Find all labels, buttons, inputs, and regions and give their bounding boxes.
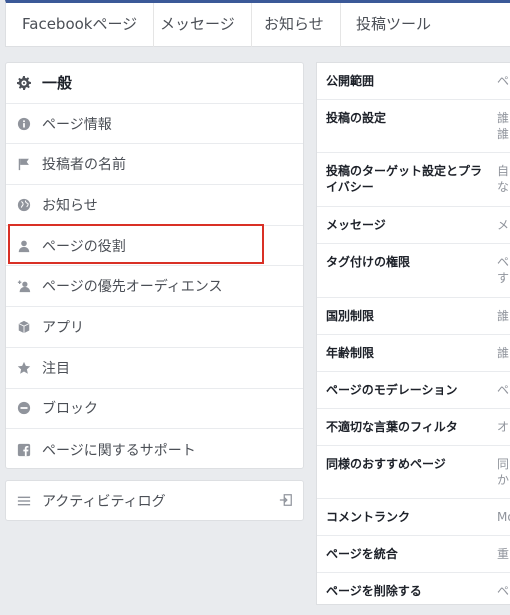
- settings-list: 公開範囲 ペ 投稿の設定 誰 誰 投稿のターゲット設定とプライバシー 自 な メ…: [316, 62, 510, 605]
- flag-icon: [16, 156, 32, 172]
- setting-value: 誰 誰: [497, 111, 510, 141]
- sidebar-item-label: ページの優先オーディエンス: [42, 279, 223, 296]
- enter-icon: [279, 493, 293, 507]
- tab-publishing-tools[interactable]: 投稿ツール: [340, 3, 447, 47]
- sidebar-item-label: ページの役割: [42, 238, 126, 255]
- sidebar-item-label: アプリ: [42, 319, 84, 336]
- settings-row[interactable]: 国別制限 誰: [317, 298, 510, 335]
- sidebar-item-page-info[interactable]: ページ情報: [6, 104, 303, 145]
- sidebar-item-author-name[interactable]: 投稿者の名前: [6, 144, 303, 186]
- sidebar-item-preferred-audience[interactable]: ページの優先オーディエンス: [6, 266, 303, 308]
- setting-label: 国別制限: [326, 309, 375, 323]
- setting-label: 年齢制限: [326, 346, 375, 360]
- top-nav: Facebookページ メッセージ お知らせ 投稿ツール: [5, 0, 510, 47]
- activity-log-card: アクティビティログ: [5, 480, 304, 521]
- setting-value: メ: [497, 218, 510, 232]
- settings-row[interactable]: コメントランク Mo: [317, 499, 510, 536]
- setting-label: 公開範囲: [326, 74, 375, 88]
- settings-row[interactable]: 同様のおすすめページ 同 か: [317, 446, 510, 499]
- sidebar-item-label: 一般: [42, 74, 73, 93]
- settings-row[interactable]: ページを削除する ペ: [317, 573, 510, 604]
- tab-messages[interactable]: メッセージ: [144, 3, 252, 47]
- setting-label: ページを削除する: [326, 584, 422, 598]
- setting-value: 重: [497, 547, 510, 561]
- sidebar-item-apps[interactable]: アプリ: [6, 307, 303, 348]
- star-icon: [16, 360, 32, 376]
- settings-row[interactable]: 不適切な言葉のフィルタ オ: [317, 409, 510, 446]
- sidebar-item-label: 注目: [42, 360, 70, 377]
- settings-row[interactable]: メッセージ メ: [317, 207, 510, 244]
- person-icon: [16, 238, 32, 254]
- sidebar-item-label: 投稿者の名前: [42, 157, 126, 174]
- setting-value: ペ: [497, 383, 510, 397]
- settings-row[interactable]: 投稿の設定 誰 誰: [317, 100, 510, 153]
- cube-icon: [16, 319, 32, 335]
- setting-value: 自 な: [497, 164, 510, 194]
- sidebar-item-label: ブロック: [42, 401, 98, 418]
- setting-label: ページを統合: [326, 547, 398, 561]
- setting-value: ペ: [497, 584, 510, 598]
- sidebar-item-block[interactable]: ブロック: [6, 389, 303, 430]
- sidebar-item-general[interactable]: 一般: [6, 63, 303, 104]
- activity-log-label: アクティビティログ: [42, 493, 166, 510]
- sidebar-item-page-support[interactable]: ページに関するサポート: [6, 429, 303, 470]
- setting-label: ページのモデレーション: [326, 383, 458, 397]
- facebook-icon: [16, 442, 32, 458]
- settings-sidebar: 一般 ページ情報 投稿者の名前 お知らせ ページの役割 ページの優先オーディエン…: [5, 62, 304, 469]
- setting-label: 投稿の設定: [326, 111, 387, 125]
- setting-label: 不適切な言葉のフィルタ: [326, 420, 458, 434]
- list-icon: [16, 493, 32, 509]
- setting-label: メッセージ: [326, 218, 386, 232]
- settings-row[interactable]: 投稿のターゲット設定とプライバシー 自 な: [317, 153, 510, 207]
- sidebar-item-featured[interactable]: 注目: [6, 348, 303, 389]
- setting-value: オ: [497, 420, 510, 434]
- setting-value: 誰: [497, 346, 510, 360]
- setting-value: ペ: [497, 74, 510, 88]
- setting-value: 同 か: [497, 457, 510, 487]
- settings-row[interactable]: ページを統合 重: [317, 536, 510, 573]
- tab-notifications[interactable]: お知らせ: [248, 3, 341, 47]
- setting-value: Mo: [497, 510, 510, 524]
- setting-label: タグ付けの権限: [326, 255, 411, 269]
- info-icon: [16, 116, 32, 132]
- setting-label: 同様のおすすめページ: [326, 457, 446, 471]
- sidebar-item-label: ページ情報: [42, 116, 112, 133]
- setting-value: ペ す: [497, 255, 510, 285]
- settings-row[interactable]: 年齢制限 誰: [317, 335, 510, 372]
- settings-row[interactable]: 公開範囲 ペ: [317, 63, 510, 100]
- sidebar-item-label: お知らせ: [42, 197, 98, 214]
- activity-log-item[interactable]: アクティビティログ: [6, 481, 303, 520]
- setting-label: コメントランク: [326, 510, 411, 524]
- settings-row[interactable]: ページのモデレーション ペ: [317, 372, 510, 409]
- settings-row[interactable]: タグ付けの権限 ペ す: [317, 244, 510, 298]
- sidebar-item-notifications[interactable]: お知らせ: [6, 185, 303, 226]
- person-add-icon: [16, 278, 32, 294]
- tab-facebook-page[interactable]: Facebookページ: [6, 3, 155, 47]
- sidebar-item-label: ページに関するサポート: [42, 442, 196, 459]
- globe-icon: [16, 197, 32, 213]
- sidebar-item-page-roles[interactable]: ページの役割: [6, 226, 303, 267]
- block-icon: [16, 400, 32, 416]
- setting-value: 誰: [497, 309, 510, 323]
- gear-icon: [16, 75, 32, 91]
- setting-label: 投稿のターゲット設定とプライバシー: [326, 164, 483, 194]
